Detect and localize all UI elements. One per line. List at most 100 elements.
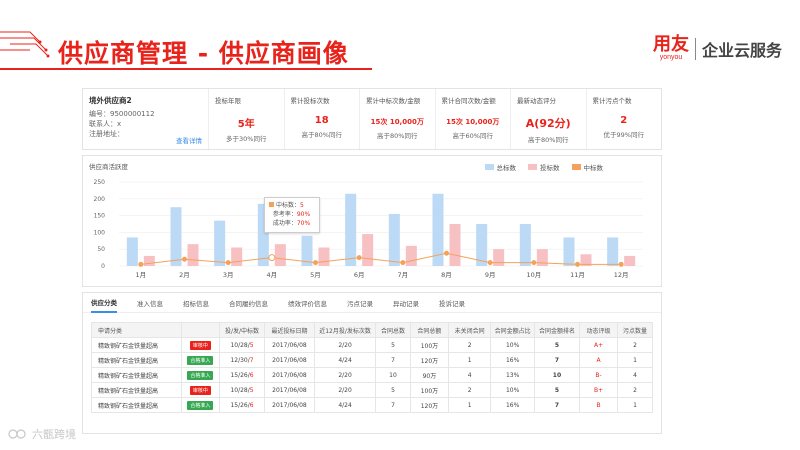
tab-5[interactable]: 污点记录 bbox=[347, 294, 373, 312]
ratio-cell: 10% bbox=[490, 337, 535, 353]
x-tick-label: 8月 bbox=[441, 271, 452, 279]
bar-总标数 bbox=[607, 237, 619, 266]
legend-swatch bbox=[484, 164, 494, 170]
stat-card: 累计投标次数 18 高于80%同行 bbox=[285, 89, 360, 149]
chart-tooltip: 中标数：5 参考率：90% 成功率：70% bbox=[264, 197, 320, 233]
column-header[interactable]: 未关闭合同 bbox=[447, 322, 492, 338]
stat-value: 2 bbox=[620, 115, 628, 126]
bids-cell: 10/28/5 bbox=[219, 382, 265, 398]
recent-bids-cell: 4/24 bbox=[314, 352, 377, 368]
activity-chart: 0 50 100 150 200 250 1月 2月 3月 4月 5月 6月 7月 8月 9月 10月 11月 1… bbox=[94, 179, 643, 279]
column-header[interactable]: 动态评级 bbox=[579, 322, 619, 338]
tab-0[interactable]: 供应分类 bbox=[91, 293, 117, 313]
y-tick-label: 250 bbox=[94, 179, 106, 186]
amount-cell: 120万 bbox=[409, 397, 449, 413]
stat-comparison: 高于80%同行 bbox=[528, 136, 569, 144]
stat-card: 累计合同次数/金额 15次 10,000万 高于60%同行 bbox=[436, 89, 511, 149]
bar-投标数 bbox=[624, 255, 636, 266]
column-header[interactable]: 合同总额 bbox=[409, 322, 449, 338]
status-cell: 合格准入 bbox=[180, 367, 221, 383]
stat-value: A(92分) bbox=[525, 117, 571, 130]
bar-投标数 bbox=[318, 247, 330, 266]
y-tick-label: 50 bbox=[97, 246, 105, 253]
table-row[interactable]: 精致钢矿石金铁量超高 合格准入 15/26/6 2017/06/08 2/20 10 90万… bbox=[91, 367, 653, 383]
rank-cell: 7 bbox=[533, 397, 581, 413]
records-table: 申请分类 投/发/中标数 最近投标日期 近12月投/发标次数 合同总数 合同总额 未关闭合同… bbox=[91, 322, 653, 413]
logo-text: 用友 bbox=[652, 34, 689, 55]
legend-item[interactable]: 中标数 bbox=[571, 162, 603, 172]
column-header[interactable]: 污点数量 bbox=[617, 322, 653, 338]
supplier-name: 境外供应商2 bbox=[89, 96, 132, 105]
date-cell: 2017/06/08 bbox=[263, 397, 316, 413]
tab-7[interactable]: 投诉记录 bbox=[439, 294, 465, 312]
supplier-summary-panel: 境外供应商2 编号：9500000112 联系人：x 注册地址： 查看详情 投标… bbox=[82, 88, 662, 150]
stat-label: 累计合同次数/金额 bbox=[441, 97, 496, 105]
tab-3[interactable]: 合同履约信息 bbox=[229, 294, 268, 312]
status-cell: 审核中 bbox=[180, 337, 221, 353]
line-point bbox=[225, 260, 231, 266]
stat-card: 最新动态评分 A(92分) 高于80%同行 bbox=[511, 89, 587, 149]
bids-cell: 12/30/7 bbox=[219, 352, 265, 368]
x-tick-label: 2月 bbox=[179, 271, 190, 279]
supplier-contact: 联系人：x bbox=[89, 120, 122, 128]
column-header[interactable]: 投/发/中标数 bbox=[219, 322, 265, 338]
contracts-cell: 5 bbox=[375, 337, 411, 353]
category-cell: 精致钢矿石金铁量超高 bbox=[91, 367, 182, 383]
supplier-info: 境外供应商2 编号：9500000112 联系人：x 注册地址： 查看详情 bbox=[83, 89, 209, 149]
stat-value: 5年 bbox=[237, 119, 255, 130]
table-row[interactable]: 精致钢矿石金铁量超高 合格准入 12/30/7 2017/06/08 4/24 7 120万… bbox=[91, 352, 653, 368]
bids-won-value: 5 bbox=[249, 386, 254, 394]
line-point bbox=[618, 261, 624, 267]
brand-logo: 用友 yonyou 企业云服务 bbox=[653, 36, 782, 62]
amount-cell: 100万 bbox=[409, 337, 449, 353]
bar-投标数 bbox=[187, 244, 199, 266]
legend-item[interactable]: 总标数 bbox=[484, 162, 516, 172]
stats-row: 投标年限 5年多于30%同行 累计投标次数 18 高于80%同行 累计中标次数/金额 15次… bbox=[209, 89, 661, 149]
status-badge: 合格准入 bbox=[187, 400, 214, 410]
table-row[interactable]: 精致钢矿石金铁量超高 审核中 10/28/5 2017/06/08 2/20 5 100万 2… bbox=[91, 382, 653, 398]
contracts-cell: 7 bbox=[375, 397, 411, 413]
tab-2[interactable]: 招标信息 bbox=[183, 294, 209, 312]
tab-6[interactable]: 异动记录 bbox=[393, 294, 419, 312]
rank-cell: 5 bbox=[533, 337, 581, 353]
tab-4[interactable]: 绩效评价信息 bbox=[288, 294, 327, 312]
bids-cell: 15/26/6 bbox=[219, 367, 265, 383]
logo-en-text: yonyou bbox=[659, 54, 683, 61]
column-header[interactable]: 近12月投/发标次数 bbox=[314, 322, 377, 338]
table-row[interactable]: 精致钢矿石金铁量超高 审核中 10/28/5 2017/06/08 2/20 5 100万 2… bbox=[91, 337, 653, 353]
view-details-link[interactable]: 查看详情 bbox=[176, 135, 202, 145]
logo-divider bbox=[694, 38, 696, 60]
stat-comparison: 多于30%同行 bbox=[226, 135, 267, 143]
column-header[interactable] bbox=[180, 322, 221, 338]
recent-bids-cell: 2/20 bbox=[314, 337, 377, 353]
ratio-cell: 10% bbox=[490, 382, 535, 398]
bar-总标数 bbox=[563, 237, 575, 266]
column-header[interactable]: 最近投标日期 bbox=[263, 322, 316, 338]
supplier-records-panel: 供应分类 准入信息 招标信息 合同履约信息 绩效评价信息 污点记录 异动记录 投诉记录 申请分… bbox=[82, 292, 662, 434]
bar-投标数 bbox=[143, 255, 155, 266]
bar-总标数 bbox=[170, 207, 182, 266]
status-badge: 合格准入 bbox=[187, 355, 214, 365]
stat-comparison: 高于60%同行 bbox=[452, 132, 493, 140]
amount-cell: 120万 bbox=[409, 352, 449, 368]
column-header[interactable]: 申请分类 bbox=[91, 322, 182, 338]
status-cell: 合格准入 bbox=[180, 352, 221, 368]
x-tick-label: 6月 bbox=[354, 271, 365, 279]
column-header[interactable]: 合同金额排名 bbox=[533, 322, 581, 338]
open-contracts-cell: 2 bbox=[447, 337, 492, 353]
legend-item[interactable]: 投标数 bbox=[528, 162, 560, 172]
x-tick-label: 9月 bbox=[485, 271, 496, 279]
table-row[interactable]: 精致钢矿石金铁量超高 合格准入 15/26/6 2017/06/08 4/24 7 120万… bbox=[91, 397, 653, 413]
line-point bbox=[268, 254, 276, 262]
stat-card: 累计中标次数/金额 15次 10,000万 高于80%同行 bbox=[360, 89, 436, 149]
y-tick-label: 0 bbox=[101, 263, 105, 270]
x-tick-label: 1月 bbox=[136, 271, 147, 279]
supplier-code: 编号：9500000112 bbox=[89, 110, 155, 118]
bar-投标数 bbox=[274, 244, 286, 266]
activity-chart-panel: 0 50 100 150 200 250 1月 2月 3月 4月 5月 6月 7月 8月 9月 10月 11月 1… bbox=[82, 155, 662, 287]
stat-label: 投标年限 bbox=[215, 97, 241, 105]
tab-1[interactable]: 准入信息 bbox=[137, 294, 163, 312]
column-header[interactable]: 合同金额占比 bbox=[490, 322, 535, 338]
column-header[interactable]: 合同总数 bbox=[375, 322, 411, 338]
line-point bbox=[313, 260, 318, 266]
